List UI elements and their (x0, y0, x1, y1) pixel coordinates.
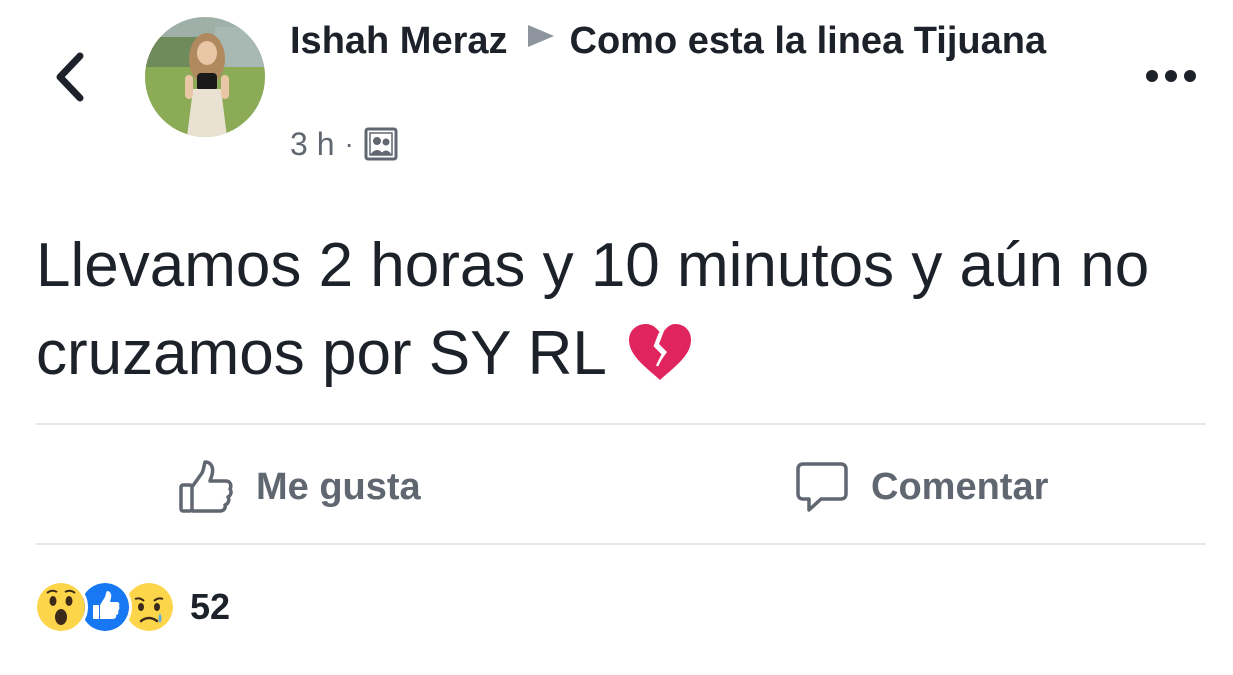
thumbs-up-icon (179, 460, 233, 513)
group-icon (364, 127, 398, 161)
post-time[interactable]: 3 h (290, 126, 334, 163)
more-options-icon[interactable] (1145, 66, 1197, 86)
back-arrow-icon[interactable] (52, 50, 92, 104)
post-meta: 3 h · (290, 124, 398, 164)
like-button[interactable]: Me gusta (178, 452, 421, 522)
like-label: Me gusta (256, 465, 421, 508)
post-body: Llevamos 2 horas y 10 minutos y aún no c… (36, 222, 1206, 398)
avatar-image (145, 17, 265, 137)
group-name[interactable]: Como esta la linea Tijuana (570, 20, 1047, 62)
broken-heart-icon (628, 324, 691, 380)
post-header-title: Ishah Meraz Como esta la linea Tijuana (290, 16, 1070, 66)
reaction-count: 52 (190, 586, 231, 627)
avatar[interactable] (145, 17, 265, 137)
comment-button[interactable]: Comentar (795, 452, 1048, 522)
wow-icon (34, 580, 88, 634)
reactions-summary[interactable]: 52 (34, 580, 230, 634)
author-name[interactable]: Ishah Meraz (290, 20, 508, 62)
divider-bottom (36, 543, 1206, 545)
divider-top (36, 423, 1206, 425)
meta-separator: · (344, 128, 354, 159)
post-text: Llevamos 2 horas y 10 minutos y aún no c… (36, 231, 1150, 388)
comment-bubble-icon (796, 462, 848, 512)
comment-label: Comentar (871, 465, 1049, 508)
right-triangle-icon (527, 25, 554, 47)
